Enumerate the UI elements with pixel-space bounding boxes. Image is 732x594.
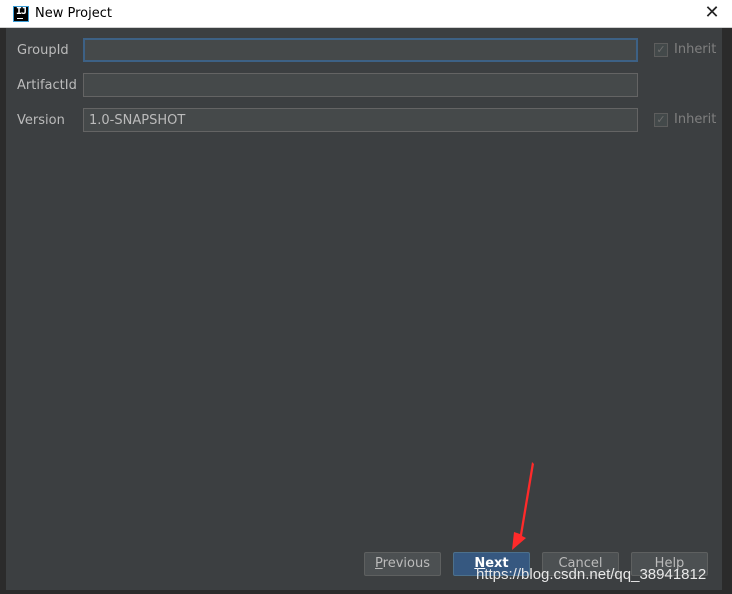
close-icon: ✕ (704, 2, 720, 23)
group-id-row: GroupId ✓ Inherit (6, 38, 722, 64)
version-input[interactable] (83, 108, 638, 132)
version-inherit[interactable]: ✓ Inherit (654, 112, 716, 127)
version-inherit-checkbox[interactable]: ✓ (654, 112, 668, 127)
window-title: New Project (35, 6, 112, 21)
new-project-dialog: GroupId ✓ Inherit ArtifactId Version ✓ I… (6, 28, 722, 590)
background-right-strip (722, 0, 732, 594)
artifact-id-input[interactable] (83, 73, 638, 97)
intellij-idea-icon: IJ (13, 5, 29, 22)
group-id-inherit[interactable]: ✓ Inherit (654, 42, 716, 57)
checkmark-icon: ✓ (656, 42, 666, 56)
version-inherit-label: Inherit (674, 112, 717, 127)
group-id-input[interactable] (83, 38, 638, 62)
title-bar: IJ New Project ✕ (0, 0, 732, 28)
version-label: Version (17, 113, 65, 128)
group-id-inherit-checkbox[interactable]: ✓ (654, 42, 668, 57)
watermark: https://blog.csdn.net/qq_38941812 (476, 566, 707, 583)
artifact-id-label: ArtifactId (17, 78, 77, 93)
annotation-arrow-icon (512, 462, 534, 550)
previous-button[interactable]: Previous (364, 552, 441, 576)
previous-label: revious (382, 556, 430, 571)
checkmark-icon: ✓ (656, 112, 666, 126)
group-id-inherit-label: Inherit (674, 42, 717, 57)
version-row: Version ✓ Inherit (6, 108, 722, 134)
previous-mnemonic: P (375, 556, 383, 571)
group-id-label: GroupId (17, 43, 69, 58)
close-button[interactable]: ✕ (702, 3, 722, 23)
artifact-id-row: ArtifactId (6, 73, 722, 99)
